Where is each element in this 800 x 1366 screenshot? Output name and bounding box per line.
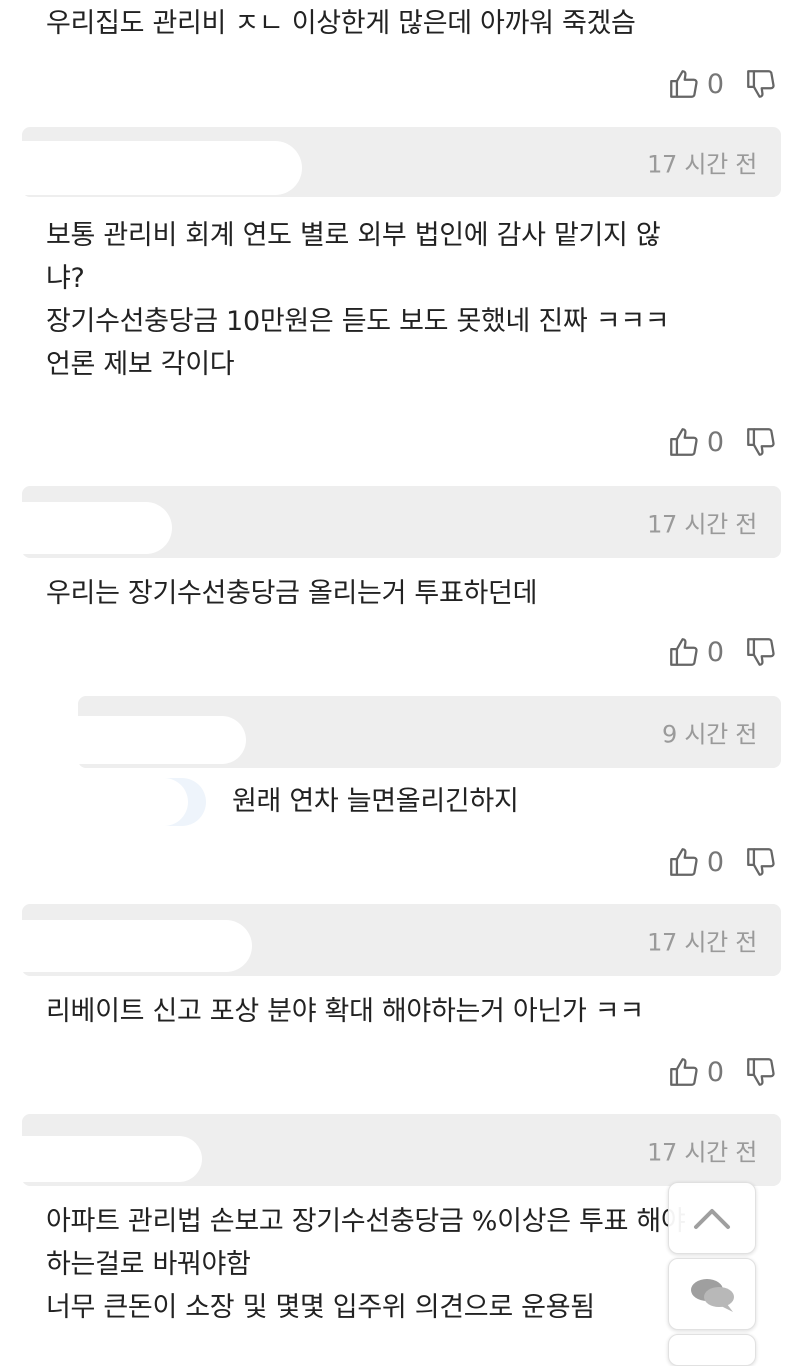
comment-text: 우리집도 관리비 ㅈㄴ 이상한게 많은데 아까워 죽겠슴: [46, 2, 636, 45]
comment-line: 보통 관리비 회계 연도 별로 외부 법인에 감사 맡기지 않: [46, 220, 661, 251]
like-count: 0: [706, 846, 724, 878]
comment-line: 너무 큰돈이 소장 및 몇몇 입주위 의견으로 운용됨: [46, 1292, 595, 1323]
thumbs-down-icon: [747, 1058, 775, 1086]
comment-text: 원래 연차 늘면올리긴하지: [232, 780, 519, 823]
comment-line: 원래 연차 늘면올리긴하지: [232, 786, 519, 817]
comment-reactions: 0: [667, 842, 778, 882]
comment-line: 우리는 장기수선충당금 올리는거 투표하던데: [46, 578, 538, 609]
comment-line: 언론 제보 각이다: [46, 349, 235, 380]
dislike-button[interactable]: [744, 845, 778, 879]
dislike-button[interactable]: [744, 67, 778, 101]
comment-line: 우리집도 관리비 ㅈㄴ 이상한게 많은데 아까워 죽겠슴: [46, 8, 636, 39]
chat-bubble-icon: [691, 1279, 734, 1312]
dislike-button[interactable]: [744, 635, 778, 669]
comment-line: 하는걸로 바꿔야함: [46, 1249, 251, 1280]
comment-header: 17 시간 전: [22, 1114, 781, 1186]
dislike-button[interactable]: [744, 1055, 778, 1089]
dislike-button[interactable]: [744, 425, 778, 459]
comment-time: 17 시간 전: [647, 150, 757, 179]
like-button[interactable]: [667, 425, 701, 459]
comment-header: 17 시간 전: [22, 486, 781, 558]
comment-line: 냐?: [46, 263, 85, 294]
like-button[interactable]: [667, 635, 701, 669]
comment-line: 장기수선충당금 10만원은 듣도 보도 못했네 진짜 ㅋㅋㅋ: [46, 306, 670, 337]
thumbs-up-icon: [669, 70, 698, 98]
comment-line: 아파트 관리법 손보고 장기수선충당금 %이상은 투표 해야: [46, 1206, 686, 1237]
comment-time: 9 시간 전: [662, 720, 757, 749]
chevron-up-icon: [694, 1209, 730, 1229]
thumbs-down-icon: [747, 638, 775, 666]
like-count: 0: [706, 1056, 724, 1088]
comment-text: 우리는 장기수선충당금 올리는거 투표하던데: [46, 572, 537, 615]
author-redacted: [22, 1136, 202, 1182]
thumbs-up-icon: [669, 638, 698, 666]
author-redacted: [22, 502, 172, 554]
comment-line: 리베이트 신고 포상 분야 확대 해야하는거 아닌가 ㅋㅋ: [46, 996, 644, 1027]
author-redacted: [22, 920, 252, 972]
comment-text: 아파트 관리법 손보고 장기수선충당금 %이상은 투표 해야 하는걸로 바꿔야함…: [46, 1200, 686, 1329]
scroll-top-button[interactable]: [668, 1182, 756, 1254]
thumbs-up-icon: [669, 428, 698, 456]
comment-text: 보통 관리비 회계 연도 별로 외부 법인에 감사 맡기지 않 냐? 장기수선충…: [46, 214, 670, 386]
thumbs-down-icon: [747, 848, 775, 876]
comment-text: 리베이트 신고 포상 분야 확대 해야하는거 아닌가 ㅋㅋ: [46, 990, 644, 1033]
like-count: 0: [706, 68, 724, 100]
thumbs-up-icon: [669, 848, 698, 876]
thumbs-down-icon: [747, 428, 775, 456]
reply-header: 9 시간 전: [78, 696, 781, 768]
like-button[interactable]: [667, 845, 701, 879]
like-count: 0: [706, 426, 724, 458]
comment-time: 17 시간 전: [647, 928, 757, 957]
comment-time: 17 시간 전: [647, 510, 757, 539]
like-button[interactable]: [667, 1055, 701, 1089]
like-count: 0: [706, 636, 724, 668]
comment-reactions: 0: [667, 1052, 778, 1092]
comment-header: 17 시간 전: [22, 904, 781, 976]
comment-time: 17 시간 전: [647, 1138, 757, 1167]
comment-header: 17 시간 전: [22, 127, 781, 197]
like-button[interactable]: [667, 67, 701, 101]
chat-button[interactable]: [668, 1258, 756, 1330]
comment-reactions: 0: [667, 632, 778, 672]
more-button[interactable]: [668, 1334, 756, 1366]
thumbs-up-icon: [669, 1058, 698, 1086]
author-redacted: [22, 141, 302, 195]
thumbs-down-icon: [747, 70, 775, 98]
comment-reactions: 0: [667, 422, 778, 462]
comment-reactions: 0: [667, 64, 778, 104]
author-redacted: [78, 716, 246, 764]
